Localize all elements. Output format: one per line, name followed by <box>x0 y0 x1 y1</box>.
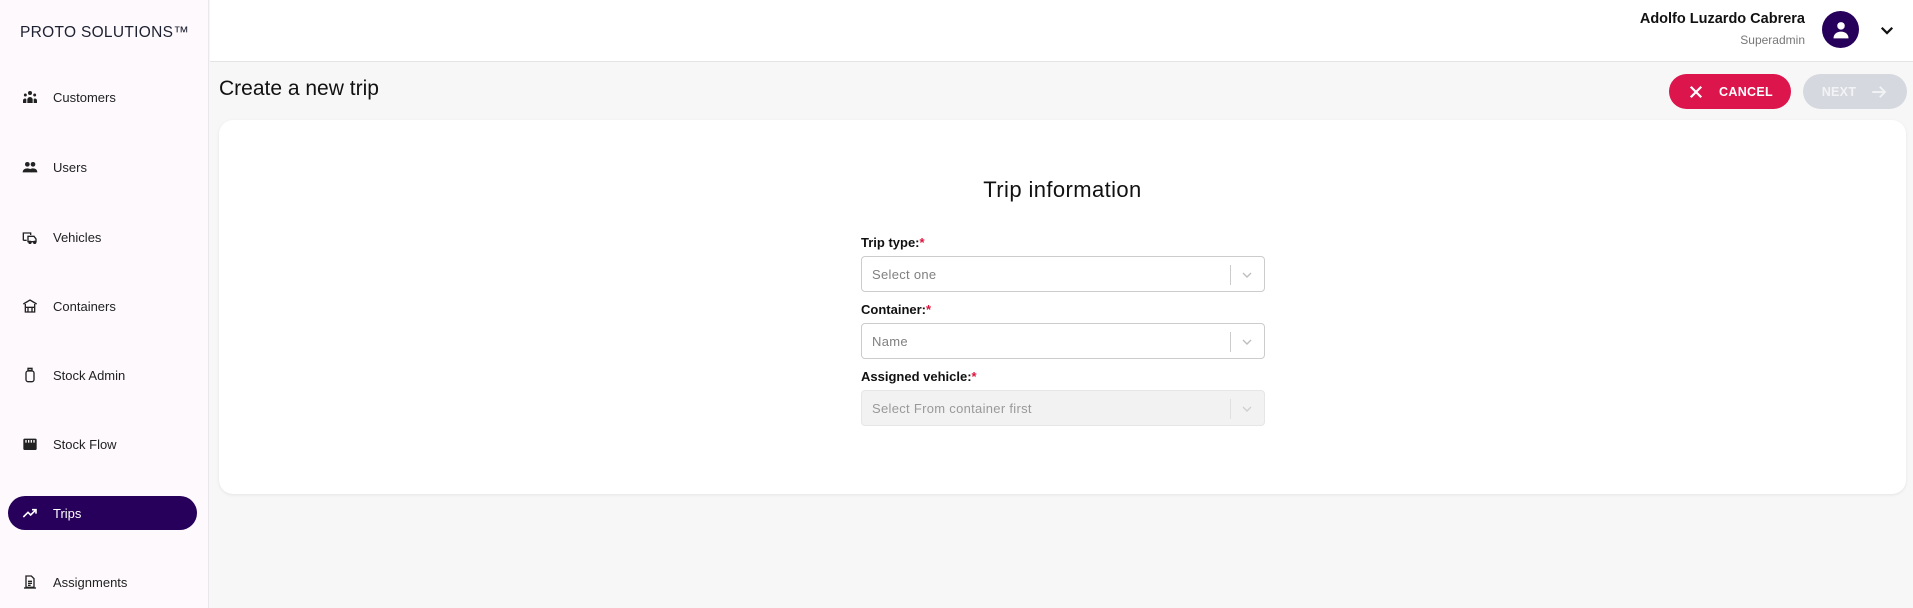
chevron-down-icon <box>1238 400 1256 418</box>
sidebar-item-users[interactable]: Users <box>8 150 197 184</box>
trip-form-card: Trip information Trip type:* Select one … <box>219 120 1906 494</box>
sidebar-item-label: Vehicles <box>53 229 102 245</box>
trip-type-label: Trip type: <box>861 235 920 250</box>
user-role: Superadmin <box>1740 33 1805 47</box>
sidebar-item-vehicles[interactable]: Vehicles <box>8 220 197 254</box>
sidebar-item-label: Assignments <box>53 574 128 590</box>
sidebar-item-customers[interactable]: Customers <box>8 80 197 114</box>
user-name: Adolfo Luzardo Cabrera <box>1639 11 1805 27</box>
sidebar-item-stock-admin[interactable]: Stock Admin <box>8 358 197 392</box>
trip-type-placeholder: Select one <box>872 266 937 282</box>
sidebar-item-label: Customers <box>53 89 116 105</box>
app-root: PROTO SOLUTIONS™ Customers Users Vehicle… <box>0 0 1913 608</box>
avatar[interactable] <box>1822 11 1859 48</box>
next-button[interactable]: NEXT <box>1803 74 1907 109</box>
sidebar-item-label: Stock Flow <box>53 436 117 452</box>
sidebar-item-assignments[interactable]: Assignments <box>8 565 197 599</box>
user-menu-toggle[interactable] <box>1877 20 1897 40</box>
select-separator <box>1230 332 1231 352</box>
assigned-vehicle-select[interactable]: Select From container first <box>861 390 1265 426</box>
customers-icon <box>22 89 38 105</box>
sidebar-item-containers[interactable]: Containers <box>8 289 197 323</box>
container-placeholder: Name <box>872 333 908 349</box>
arrow-right-icon <box>1870 83 1888 101</box>
chevron-down-icon <box>1880 26 1894 35</box>
users-icon <box>22 159 38 175</box>
brand-logo: PROTO SOLUTIONS™ <box>20 24 190 41</box>
stock-admin-icon <box>22 367 38 383</box>
required-mark: * <box>919 235 925 250</box>
assigned-vehicle-placeholder: Select From container first <box>872 400 1032 416</box>
trip-type-field: Trip type:* Select one <box>861 235 1265 292</box>
sidebar-item-trips[interactable]: Trips <box>8 496 197 530</box>
required-mark: * <box>971 369 977 384</box>
chevron-down-icon[interactable] <box>1238 333 1256 351</box>
required-mark: * <box>926 302 932 317</box>
next-label: NEXT <box>1821 84 1857 99</box>
select-separator <box>1230 399 1231 419</box>
container-select[interactable]: Name <box>861 323 1265 359</box>
close-icon <box>1687 83 1705 101</box>
assignments-icon <box>22 574 38 590</box>
sidebar-item-label: Containers <box>53 298 116 314</box>
top-header: Adolfo Luzardo Cabrera Superadmin <box>210 0 1913 62</box>
assigned-vehicle-label: Assigned vehicle: <box>861 369 972 384</box>
container-label: Container: <box>861 302 926 317</box>
container-field: Container:* Name <box>861 302 1265 359</box>
form-title: Trip information <box>983 177 1142 202</box>
stock-flow-icon <box>22 436 38 452</box>
cancel-button[interactable]: CANCEL <box>1669 74 1791 109</box>
trips-icon <box>22 505 38 521</box>
cancel-label: CANCEL <box>1719 84 1773 99</box>
sidebar-item-label: Users <box>53 159 87 175</box>
select-separator <box>1230 265 1231 285</box>
chevron-down-icon[interactable] <box>1238 266 1256 284</box>
vehicles-icon <box>22 229 38 245</box>
user-avatar-icon <box>1833 21 1848 38</box>
sidebar: PROTO SOLUTIONS™ Customers Users Vehicle… <box>0 0 209 608</box>
assigned-vehicle-field: Assigned vehicle:* Select From container… <box>861 369 1265 426</box>
containers-icon <box>22 298 38 314</box>
page-title: Create a new trip <box>219 77 379 100</box>
sidebar-item-label: Stock Admin <box>53 367 126 383</box>
sidebar-item-label: Trips <box>53 505 82 521</box>
sidebar-item-stock-flow[interactable]: Stock Flow <box>8 427 197 461</box>
trip-type-select[interactable]: Select one <box>861 256 1265 292</box>
